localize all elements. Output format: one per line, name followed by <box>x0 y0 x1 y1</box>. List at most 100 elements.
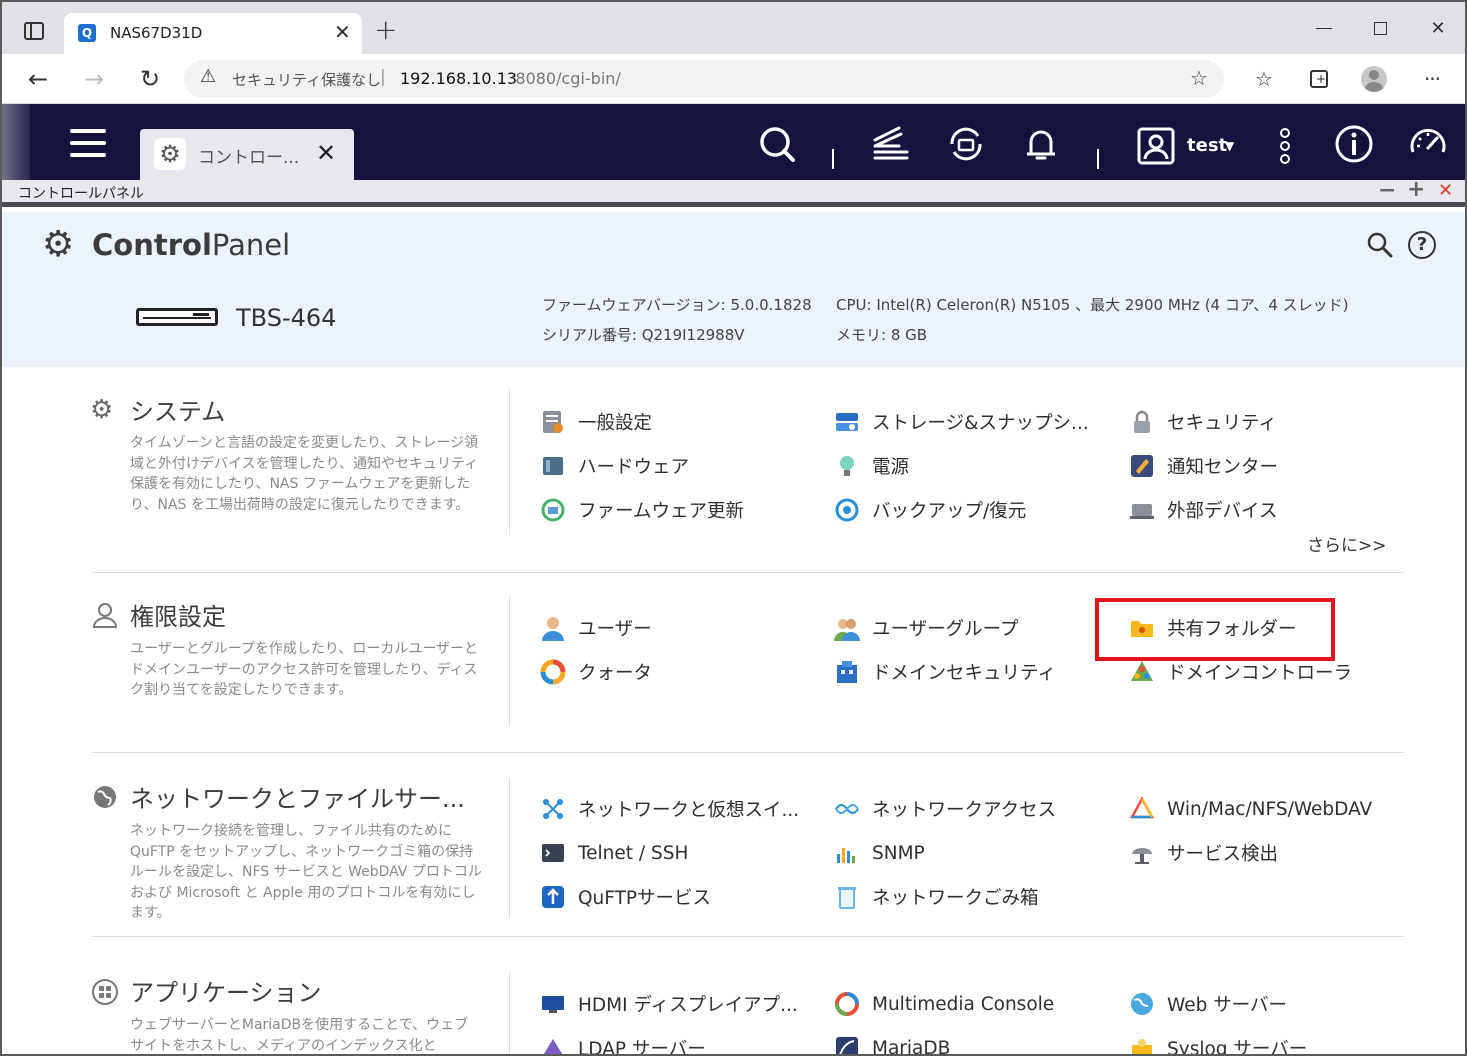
minimize-icon[interactable] <box>1312 16 1336 40</box>
item-notification-center[interactable]: 通知センター <box>1129 451 1278 481</box>
storage-icon <box>836 413 858 431</box>
domain-security-icon <box>837 661 857 683</box>
item-security[interactable]: セキュリティ <box>1129 407 1277 437</box>
address-bar[interactable]: ⚠ セキュリティ保護なし | 192.168.10.13 :8080/cgi-b… <box>184 60 1224 98</box>
more-menu-icon[interactable]: ··· <box>1418 65 1446 93</box>
item-user-groups[interactable]: ユーザーグループ <box>834 613 1019 643</box>
more-link[interactable]: さらに>> <box>1307 531 1387 556</box>
qts-app-tab-close-icon[interactable]: ✕ <box>316 139 336 167</box>
item-backup-restore[interactable]: バックアップ/復元 <box>834 495 1026 525</box>
item-win-mac-nfs-webdav[interactable]: Win/Mac/NFS/WebDAV <box>1129 794 1372 824</box>
section-title-system: システム <box>130 398 226 426</box>
dashboard-gauge-icon[interactable] <box>1408 124 1448 164</box>
item-label: ネットワークと仮想スイ... <box>578 800 800 821</box>
app-close-icon[interactable]: ✕ <box>1438 180 1453 201</box>
tab-close-icon[interactable]: ✕ <box>334 20 351 44</box>
item-label: ドメインコントローラ <box>1167 663 1353 684</box>
main-menu-icon[interactable] <box>70 129 106 157</box>
item-telnet-ssh[interactable]: Telnet / SSH <box>540 838 688 868</box>
item-external-devices[interactable]: 外部デバイス <box>1129 495 1277 525</box>
page-title-light: Panel <box>211 228 291 262</box>
info-icon[interactable] <box>1334 124 1374 164</box>
tab-actions-icon[interactable] <box>24 22 44 40</box>
url-separator: | <box>380 67 386 87</box>
item-network-recycle-bin[interactable]: ネットワークごみ箱 <box>834 882 1039 912</box>
qts-app-tab[interactable]: ⚙ コントロー... ✕ <box>140 129 354 180</box>
search-icon[interactable] <box>1366 231 1394 259</box>
browser-tab-active[interactable]: Q NAS67D31D ✕ <box>64 13 362 54</box>
item-label: HDMI ディスプレイアプ... <box>578 995 798 1016</box>
item-label: ネットワークごみ箱 <box>872 888 1039 909</box>
window-close-icon[interactable]: ✕ <box>1426 16 1450 40</box>
bell-icon[interactable] <box>1021 124 1061 164</box>
section-desc-system: タイムゾーンと言語の設定を変更したり、ストレージ領域と外付けデバイスを管理したり… <box>130 435 479 513</box>
item-storage-snapshots[interactable]: ストレージ&スナップシ... <box>834 407 1089 437</box>
user-icon[interactable] <box>1136 126 1176 166</box>
item-mariadb[interactable]: MariaDB <box>834 1033 950 1054</box>
item-label: ユーザー <box>578 619 652 640</box>
item-web-server[interactable]: Web サーバー <box>1129 989 1287 1019</box>
item-hdmi-display[interactable]: HDMI ディスプレイアプ... <box>540 989 798 1019</box>
chevron-down-icon[interactable]: ▼ <box>1225 139 1234 153</box>
item-hardware[interactable]: ハードウェア <box>540 451 689 481</box>
lightbulb-icon <box>840 456 854 476</box>
item-service-discovery[interactable]: サービス検出 <box>1129 838 1278 868</box>
favorite-add-icon[interactable]: ☆ <box>1190 66 1208 90</box>
user-name[interactable]: test <box>1187 135 1227 156</box>
user-icon <box>542 617 564 641</box>
protocols-icon <box>1129 796 1155 819</box>
url-path: :8080/cgi-bin/ <box>510 69 621 88</box>
snmp-chart-icon <box>837 848 855 863</box>
cpu-value: Intel(R) Celeron(R) N5105 、最大 2900 MHz (… <box>876 296 1349 314</box>
section-title-applications: アプリケーション <box>130 979 322 1007</box>
item-domain-security[interactable]: ドメインセキュリティ <box>834 657 1056 687</box>
forward-icon[interactable]: → <box>80 65 108 93</box>
app-minimize-icon[interactable]: − <box>1378 178 1396 203</box>
memory-info: メモリ: 8 GB <box>836 324 927 345</box>
item-power[interactable]: 電源 <box>834 451 909 481</box>
item-label: 通知センター <box>1167 457 1279 478</box>
item-label: QuFTPサービス <box>578 888 712 909</box>
favorites-icon[interactable]: ☆ <box>1250 65 1278 93</box>
serial-value: Q219I12988V <box>641 326 745 344</box>
item-snmp[interactable]: SNMP <box>834 838 925 868</box>
item-ldap-server[interactable]: LDAP サーバー <box>540 1033 706 1054</box>
profile-avatar-icon[interactable] <box>1360 65 1388 93</box>
app-maximize-icon[interactable]: + <box>1407 177 1425 202</box>
divider <box>509 596 510 726</box>
item-domain-controller[interactable]: ドメインコントローラ <box>1129 657 1352 687</box>
help-icon[interactable]: ? <box>1408 231 1436 259</box>
item-syslog-server[interactable]: Syslog サーバー <box>1129 1033 1308 1056</box>
page-title: ControlPanel <box>92 228 290 262</box>
gear-icon: ⚙ <box>154 138 186 170</box>
general-settings-icon <box>543 411 563 433</box>
search-icon[interactable] <box>757 124 797 164</box>
collections-icon[interactable]: + <box>1305 65 1333 93</box>
item-label: クォータ <box>578 663 653 684</box>
reload-icon[interactable]: ↻ <box>136 65 164 93</box>
item-network-virtual-switch[interactable]: ネットワークと仮想スイ... <box>540 794 799 824</box>
ldap-server-icon <box>543 1039 563 1054</box>
item-multimedia-console[interactable]: Multimedia Console <box>834 989 1054 1019</box>
backup-icon <box>835 498 859 522</box>
qts-app-tab-label: コントロー... <box>198 148 300 168</box>
back-icon[interactable]: ← <box>24 65 52 93</box>
new-tab-icon[interactable]: + <box>374 13 397 46</box>
item-users[interactable]: ユーザー <box>540 613 652 643</box>
cpu-info: CPU: Intel(R) Celeron(R) N5105 、最大 2900 … <box>836 294 1349 315</box>
item-label: Syslog サーバー <box>1167 1039 1308 1056</box>
sync-devices-icon[interactable] <box>946 124 986 164</box>
quftp-icon <box>542 886 564 908</box>
item-firmware-update[interactable]: ファームウェア更新 <box>540 495 744 525</box>
item-network-access[interactable]: ネットワークアクセス <box>834 794 1056 824</box>
nas-model: TBS-464 <box>236 304 337 332</box>
more-options-icon[interactable] <box>1280 128 1292 168</box>
item-quftp-service[interactable]: QuFTPサービス <box>540 882 711 912</box>
external-device-icon <box>1130 504 1154 519</box>
maximize-icon[interactable] <box>1368 16 1392 40</box>
control-panel-header: ⚙ ControlPanel ? TBS-464 ファームウェアバージョン: 5… <box>2 212 1465 367</box>
section-title-network: ネットワークとファイルサー... <box>130 785 465 813</box>
item-quota[interactable]: クォータ <box>540 657 652 687</box>
background-tasks-icon[interactable] <box>871 124 911 164</box>
item-general-settings[interactable]: 一般設定 <box>540 407 652 437</box>
